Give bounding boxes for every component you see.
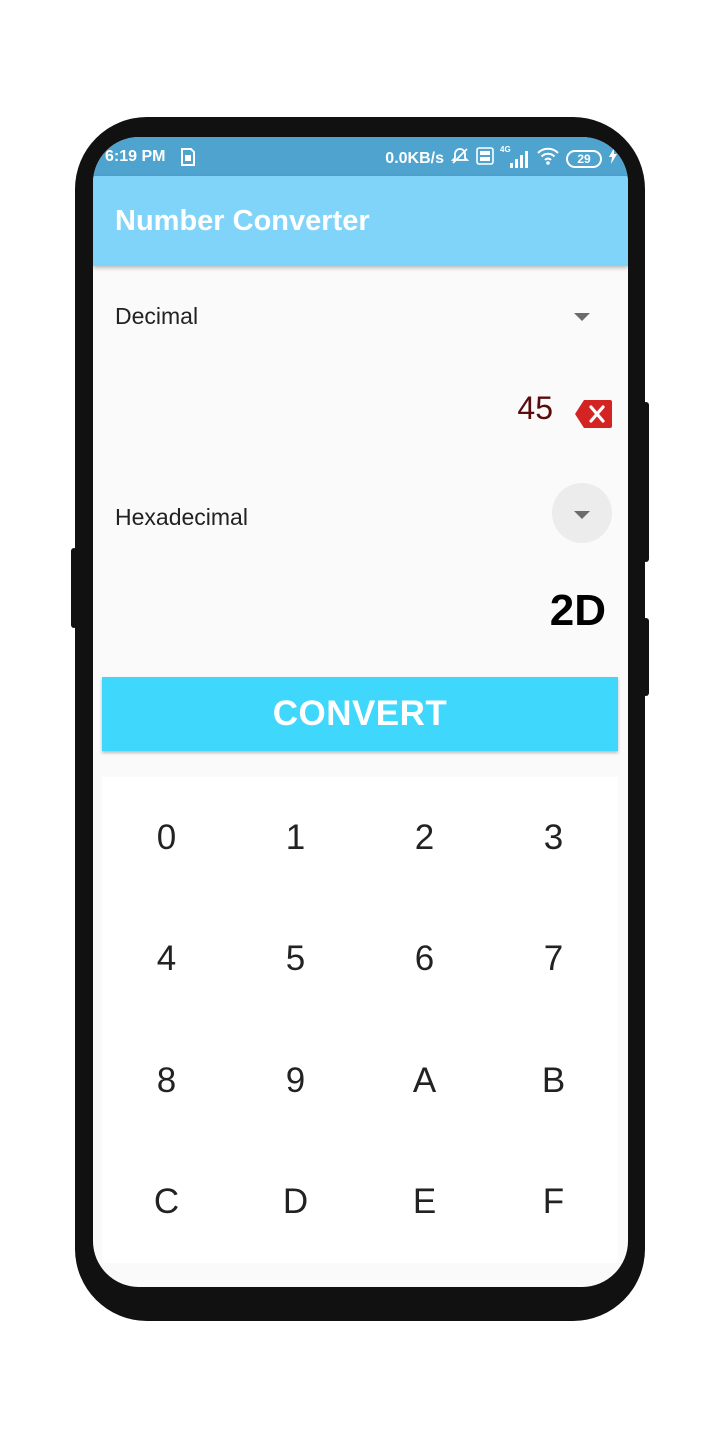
keypad-key[interactable]: C (102, 1142, 231, 1264)
result-value: 2D (549, 586, 606, 635)
volte-icon (476, 147, 494, 170)
backspace-icon[interactable] (574, 399, 612, 434)
keypad-key[interactable]: 1 (231, 777, 360, 899)
battery-level: 29 (577, 151, 591, 166)
to-base-spinner[interactable]: Hexadecimal (93, 483, 628, 549)
charging-icon (608, 148, 618, 169)
keypad-key[interactable]: D (231, 1142, 360, 1264)
from-base-label: Decimal (115, 303, 199, 329)
from-base-spinner[interactable]: Decimal (93, 287, 628, 347)
chevron-down-icon (574, 313, 590, 321)
keypad-key[interactable]: 7 (489, 899, 618, 1021)
app-title: Number Converter (115, 205, 370, 237)
keypad-key[interactable]: 4 (102, 899, 231, 1021)
keypad-key[interactable]: 3 (489, 777, 618, 899)
keypad-key[interactable]: B (489, 1020, 618, 1142)
keypad-key[interactable]: 8 (102, 1020, 231, 1142)
screen: 6:19 PM 0.0KB/s 4G 29 Number Converter D… (93, 137, 628, 1287)
from-value: 45 (517, 390, 553, 426)
from-value-field[interactable]: 45 (93, 377, 553, 437)
power-button (643, 402, 649, 562)
keypad-key[interactable]: 5 (231, 899, 360, 1021)
keypad-key[interactable]: 0 (102, 777, 231, 899)
volume-button (71, 548, 77, 628)
keypad-key[interactable]: 9 (231, 1020, 360, 1142)
app-bar: Number Converter (93, 176, 628, 266)
keypad-key[interactable]: A (360, 1020, 489, 1142)
keypad-key[interactable]: F (489, 1142, 618, 1264)
chevron-down-icon (574, 511, 590, 519)
status-bar: 6:19 PM 0.0KB/s 4G 29 (93, 137, 628, 176)
status-time: 6:19 PM (105, 148, 166, 165)
sim-card-icon (179, 148, 197, 171)
keypad-key[interactable]: E (360, 1142, 489, 1264)
status-icons: 0.0KB/s 4G 29 (385, 145, 618, 171)
convert-button[interactable]: CONVERT (102, 677, 618, 751)
mute-icon (450, 146, 470, 171)
network-speed: 0.0KB/s (385, 149, 444, 167)
signal-icon: 4G (500, 145, 530, 169)
battery-icon: 29 (566, 149, 602, 168)
to-base-label: Hexadecimal (115, 504, 248, 530)
signal-type: 4G (500, 144, 511, 154)
keypad-key[interactable]: 2 (360, 777, 489, 899)
side-key (643, 618, 649, 696)
wifi-icon (536, 146, 560, 171)
keypad-key[interactable]: 6 (360, 899, 489, 1021)
keypad: 0123 4567 89AB CDEF (102, 777, 618, 1263)
